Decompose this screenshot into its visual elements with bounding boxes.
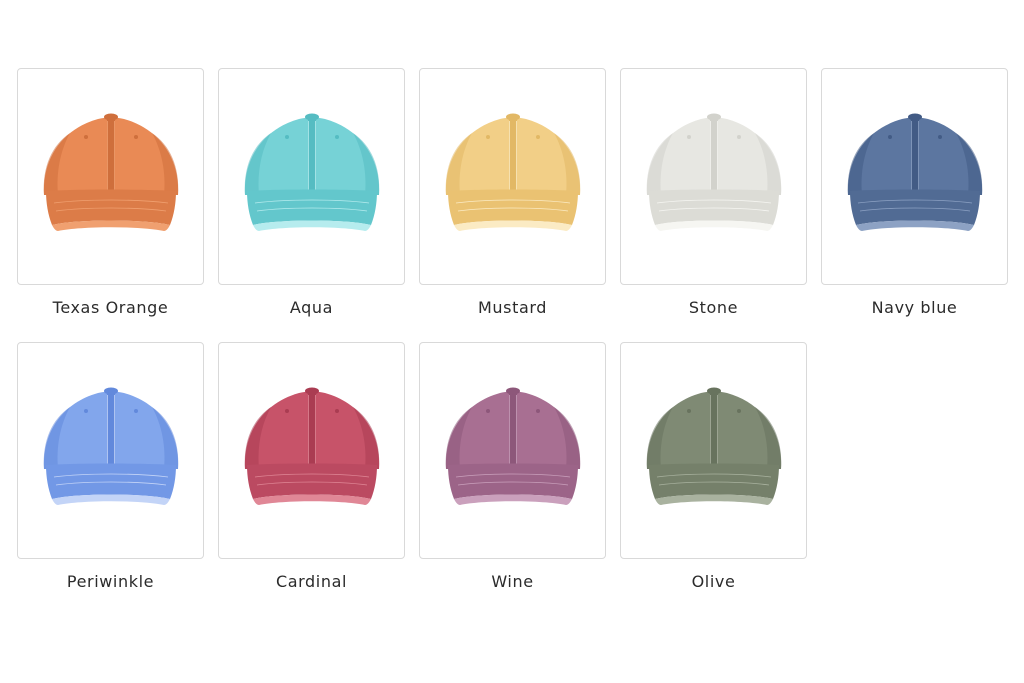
- swatch-label: Periwinkle: [66, 572, 155, 591]
- swatch-label: Navy blue: [871, 298, 958, 317]
- swatch-label: Wine: [491, 572, 534, 591]
- cap-image: [445, 113, 580, 231]
- cap-image: [445, 387, 580, 505]
- swatch-label: Texas Orange: [52, 298, 169, 317]
- swatch-image-card[interactable]: [17, 342, 204, 559]
- swatch-image-card[interactable]: [218, 68, 405, 285]
- color-swatch-grid: Texas Orange Aqua Mustard Stone Navy blu…: [17, 68, 1008, 616]
- cap-image: [43, 387, 178, 505]
- cap-image: [244, 113, 379, 231]
- color-swatch-mustard[interactable]: Mustard: [419, 68, 606, 342]
- cap-image: [646, 113, 781, 231]
- color-swatch-aqua[interactable]: Aqua: [218, 68, 405, 342]
- swatch-image-card[interactable]: [419, 342, 606, 559]
- color-swatch-texas-orange[interactable]: Texas Orange: [17, 68, 204, 342]
- color-swatch-cardinal[interactable]: Cardinal: [218, 342, 405, 616]
- color-swatch-olive[interactable]: Olive: [620, 342, 807, 616]
- cap-image: [244, 387, 379, 505]
- swatch-label: Mustard: [477, 298, 547, 317]
- swatch-label: Olive: [691, 572, 736, 591]
- cap-image: [847, 113, 982, 231]
- swatch-image-card[interactable]: [821, 68, 1008, 285]
- swatch-image-card[interactable]: [620, 68, 807, 285]
- swatch-image-card[interactable]: [419, 68, 606, 285]
- color-swatch-wine[interactable]: Wine: [419, 342, 606, 616]
- swatch-image-card[interactable]: [17, 68, 204, 285]
- swatch-label: Aqua: [289, 298, 334, 317]
- cap-image: [43, 113, 178, 231]
- color-swatch-periwinkle[interactable]: Periwinkle: [17, 342, 204, 616]
- color-swatch-navy-blue[interactable]: Navy blue: [821, 68, 1008, 342]
- color-swatch-stone[interactable]: Stone: [620, 68, 807, 342]
- swatch-image-card[interactable]: [218, 342, 405, 559]
- swatch-label: Stone: [688, 298, 739, 317]
- swatch-label: Cardinal: [275, 572, 348, 591]
- cap-image: [646, 387, 781, 505]
- swatch-image-card[interactable]: [620, 342, 807, 559]
